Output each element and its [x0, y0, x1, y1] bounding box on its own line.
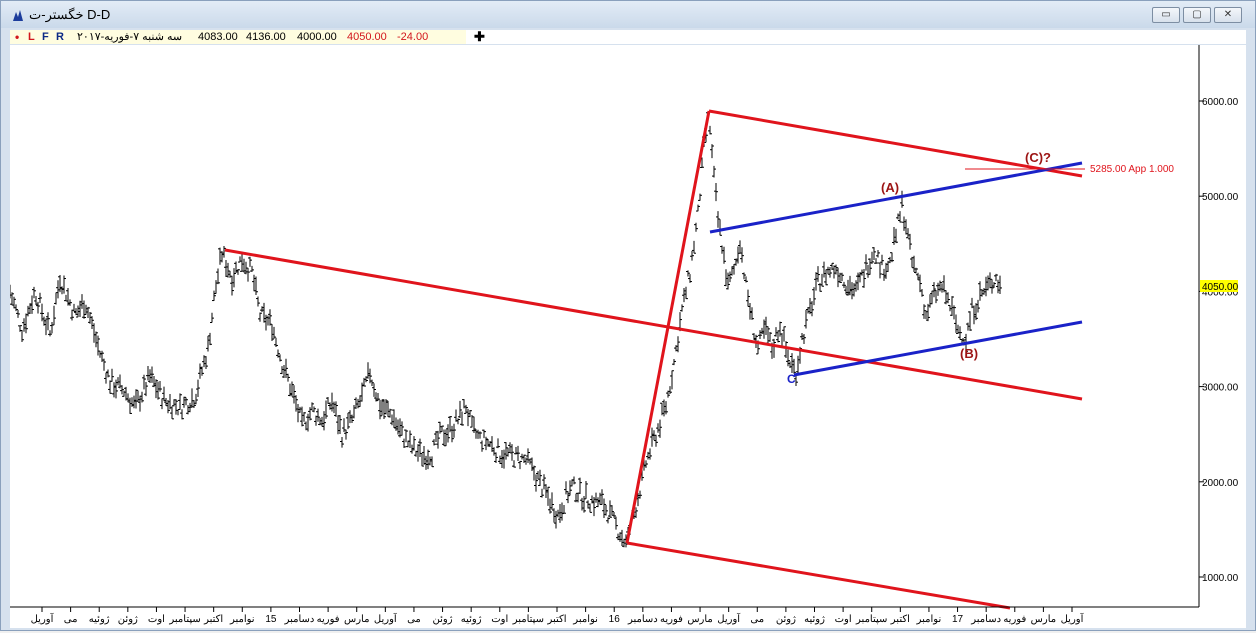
wave-a-label: (A) — [881, 180, 899, 195]
add-indicator-button[interactable]: ✚ — [474, 30, 485, 44]
target-price-label: 5285.00 App 1.000 — [1090, 164, 1174, 175]
x-tick-label: مارس — [1031, 614, 1056, 625]
maximize-icon: ▢ — [1192, 9, 1202, 20]
y-tick-label: 2000.00 — [1202, 478, 1239, 489]
current-price-tag: 4050.00 — [1200, 280, 1239, 293]
x-tick-label: نوامبر — [229, 614, 255, 625]
point-c-label: C — [787, 372, 796, 386]
x-tick-label: دسامبر — [627, 614, 658, 625]
status-dot-icon[interactable]: • — [15, 30, 19, 44]
minimize-button[interactable]: ▭ — [1152, 7, 1180, 23]
x-tick-label: فوریه — [660, 614, 683, 625]
blue-upper-line — [709, 161, 1083, 234]
x-tick-label: اکتبر — [890, 614, 910, 625]
red-upper-line — [224, 248, 1083, 401]
flag-l-toggle[interactable]: L — [28, 30, 35, 44]
x-tick-label: آوریل — [31, 612, 55, 625]
chart-canvas[interactable]: (A) (B) (C)? C 5285.00 App 1.000 6000.00… — [8, 45, 1246, 628]
x-tick-label: ژوئیه — [461, 614, 482, 625]
x-tick-label: سپتامبر — [512, 614, 544, 625]
y-tick-label: 6000.00 — [1202, 97, 1239, 108]
minimize-icon: ▭ — [1161, 9, 1171, 20]
x-tick-label: فوریه — [1003, 614, 1026, 625]
close-button[interactable]: ✕ — [1214, 7, 1242, 23]
y-tick-label: 1000.00 — [1202, 573, 1239, 584]
x-tick-label: اوت — [835, 614, 852, 625]
x-tick-label: می — [407, 614, 421, 625]
x-tick-label: سپتامبر — [855, 614, 887, 625]
x-tick-label: می — [750, 614, 764, 625]
y-tick-label: 3000.00 — [1202, 383, 1239, 394]
x-tick-label: می — [64, 614, 78, 625]
x-tick-label: ژوئن — [776, 614, 796, 625]
price-chart[interactable]: (A) (B) (C)? C 5285.00 App 1.000 6000.00… — [8, 45, 1246, 628]
x-tick-label: اکتبر — [546, 614, 566, 625]
red-top-line — [708, 109, 1083, 178]
x-tick-label: ژوئیه — [804, 614, 825, 625]
info-bar: • L F R سه شنبه ۷-فوریه-۲۰۱۷ 4083.00 413… — [10, 30, 1246, 44]
x-tick-label: آوریل — [1061, 612, 1085, 625]
close-icon: ✕ — [1223, 9, 1233, 20]
high-value: 4136.00 — [246, 31, 286, 43]
y-tick-label: 5000.00 — [1202, 192, 1239, 203]
red-lower-line — [626, 541, 1011, 610]
open-value: 4083.00 — [198, 31, 238, 43]
current-price-tag-text: 4050.00 — [1202, 282, 1239, 293]
x-tick-label: آوریل — [717, 612, 741, 625]
x-tick-label: مارس — [344, 614, 369, 625]
wave-b-label: (B) — [960, 346, 978, 361]
x-tick-label: دسامبر — [970, 614, 1001, 625]
title-bar[interactable]: خگستر-ت D-D ▭ ▢ ✕ — [1, 1, 1255, 28]
price-bars — [8, 111, 1002, 548]
x-tick-label: ژوئن — [433, 614, 453, 625]
ohlc-info-strip: • L F R سه شنبه ۷-فوریه-۲۰۱۷ 4083.00 413… — [10, 30, 466, 44]
x-tick-label: ژوئیه — [89, 614, 110, 625]
x-tick-label: اکتبر — [203, 614, 223, 625]
x-tick-label: دسامبر — [284, 614, 315, 625]
x-tick-label: 17 — [952, 614, 964, 625]
red-rising-line — [625, 110, 711, 544]
x-axis-ticks: آوریل می ژوئیه ژوئن اوت سپتامبر اکتبر نوامبر 15 د… — [31, 607, 1085, 625]
change-value: -24.00 — [397, 31, 429, 43]
x-tick-label: فوریه — [317, 614, 340, 625]
x-tick-label: 15 — [265, 614, 277, 625]
maximize-button[interactable]: ▢ — [1183, 7, 1211, 23]
x-tick-label: آوریل — [374, 612, 398, 625]
blue-lower-line — [793, 320, 1083, 377]
x-tick-label: نوامبر — [916, 614, 942, 625]
flag-r-toggle[interactable]: R — [56, 30, 64, 44]
flag-f-toggle[interactable]: F — [42, 30, 49, 44]
wave-c-label: (C)? — [1025, 150, 1051, 165]
x-tick-label: اوت — [491, 614, 508, 625]
window-title: خگستر-ت D-D — [29, 7, 111, 22]
x-tick-label: 16 — [609, 614, 621, 625]
y-axis-ticks: 6000.005000.004000.003000.002000.001000.… — [1199, 97, 1239, 584]
x-tick-label: نوامبر — [572, 614, 598, 625]
bar-date: سه شنبه ۷-فوریه-۲۰۱۷ — [77, 31, 183, 43]
x-tick-label: سپتامبر — [168, 614, 200, 625]
x-tick-label: ژوئن — [118, 614, 138, 625]
x-tick-label: مارس — [687, 614, 712, 625]
low-value: 4000.00 — [297, 31, 337, 43]
x-tick-label: اوت — [148, 614, 165, 625]
close-value: 4050.00 — [347, 31, 387, 43]
chart-app-icon — [13, 10, 23, 21]
chart-window: خگستر-ت D-D ▭ ▢ ✕ • L F R سه شنبه ۷-فوری… — [0, 0, 1256, 631]
